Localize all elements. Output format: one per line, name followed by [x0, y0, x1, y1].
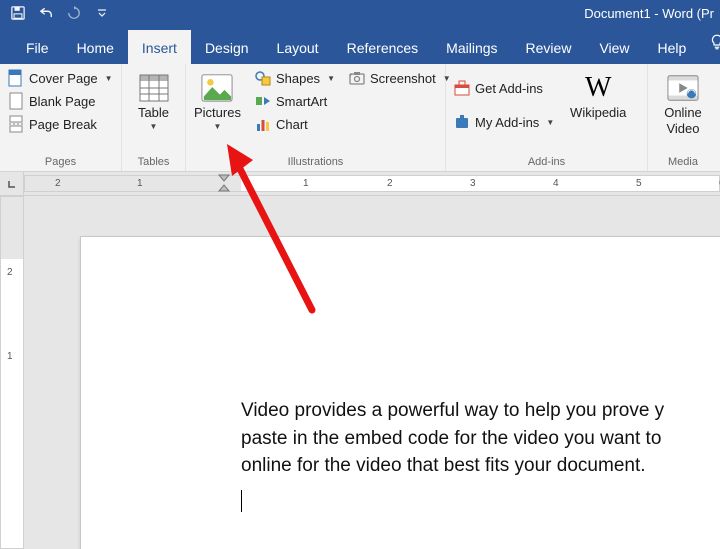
text-line: online for the video that best fits your… [241, 452, 720, 480]
text-cursor [241, 490, 242, 512]
shapes-icon [255, 70, 271, 86]
group-pages: Cover Page ▼ Blank Page Page Break Pages [0, 64, 122, 171]
document-page[interactable]: Video provides a powerful way to help yo… [80, 236, 720, 549]
title-bar: Document1 - Word (Pr [0, 0, 720, 26]
tab-design[interactable]: Design [191, 30, 263, 64]
shapes-button[interactable]: Shapes ▼ [253, 68, 337, 88]
table-label: Table [138, 106, 169, 120]
page-break-label: Page Break [29, 117, 97, 132]
chart-label: Chart [276, 117, 308, 132]
tab-home[interactable]: Home [63, 30, 128, 64]
pictures-icon [201, 72, 233, 104]
text-line: Video provides a powerful way to help yo… [241, 397, 720, 425]
redo-button[interactable] [66, 5, 82, 21]
get-addins-label: Get Add-ins [475, 81, 543, 96]
tab-layout[interactable]: Layout [263, 30, 333, 64]
blank-page-button[interactable]: Blank Page [6, 91, 115, 111]
document-scroll-area[interactable]: Video provides a powerful way to help yo… [24, 196, 720, 549]
online-video-label-1: Online [664, 106, 702, 120]
tab-mailings[interactable]: Mailings [432, 30, 511, 64]
group-illustrations-label: Illustrations [186, 154, 445, 171]
lightbulb-icon [708, 33, 720, 51]
cover-page-label: Cover Page [29, 71, 98, 86]
ribbon: Cover Page ▼ Blank Page Page Break Pages [0, 64, 720, 172]
smartart-label: SmartArt [276, 94, 327, 109]
chart-button[interactable]: Chart [253, 114, 337, 134]
page-break-button[interactable]: Page Break [6, 114, 115, 134]
window-title: Document1 - Word (Pr [584, 6, 720, 21]
cover-page-button[interactable]: Cover Page ▼ [6, 68, 115, 88]
tab-selector-icon[interactable] [6, 178, 18, 190]
smartart-icon [255, 93, 271, 109]
group-addins-label: Add-ins [446, 154, 647, 171]
table-icon [138, 72, 170, 104]
undo-icon [38, 6, 54, 20]
shapes-label: Shapes [276, 71, 320, 86]
group-tables-label: Tables [122, 154, 185, 171]
group-tables: Table ▼ Tables [122, 64, 186, 171]
group-addins: Get Add-ins My Add-ins ▼ W Wikipedia Add… [446, 64, 648, 171]
chevron-down-icon: ▼ [150, 122, 158, 131]
online-video-label-2: Video [666, 122, 699, 136]
tab-file[interactable]: File [12, 30, 63, 64]
group-media: Online Video Media [648, 64, 718, 171]
online-video-button[interactable]: Online Video [654, 68, 712, 137]
tab-insert[interactable]: Insert [128, 30, 191, 64]
store-icon [454, 80, 470, 96]
horizontal-ruler-wrap: 2 1 1 2 3 4 5 6 [0, 172, 720, 196]
screenshot-label: Screenshot [370, 71, 436, 86]
wikipedia-button[interactable]: W Wikipedia [562, 68, 634, 120]
blank-page-icon [8, 93, 24, 109]
pictures-button[interactable]: Pictures ▼ [192, 68, 243, 131]
chevron-down-icon: ▼ [327, 74, 335, 83]
my-addins-button[interactable]: My Add-ins ▼ [452, 112, 556, 132]
vertical-ruler[interactable]: 2 1 [0, 196, 24, 549]
tell-me-button[interactable] [700, 25, 720, 64]
save-button[interactable] [10, 5, 26, 21]
chart-icon [255, 116, 271, 132]
my-addins-label: My Add-ins [475, 115, 539, 130]
group-pages-label: Pages [0, 154, 121, 171]
blank-page-label: Blank Page [29, 94, 96, 109]
addins-icon [454, 114, 470, 130]
screenshot-button[interactable]: + Screenshot ▼ [347, 68, 453, 88]
chevron-down-icon: ▼ [214, 122, 222, 131]
online-video-icon [667, 72, 699, 104]
table-button[interactable]: Table ▼ [128, 68, 179, 131]
wikipedia-icon: W [582, 72, 614, 104]
tab-view[interactable]: View [585, 30, 643, 64]
smartart-button[interactable]: SmartArt [253, 91, 337, 111]
workspace: 2 1 Video provides a powerful way to hel… [0, 196, 720, 549]
tab-help[interactable]: Help [644, 30, 701, 64]
group-illustrations: Pictures ▼ Shapes ▼ SmartArt Chart [186, 64, 446, 171]
horizontal-ruler[interactable]: 2 1 1 2 3 4 5 6 [24, 175, 720, 192]
chevron-down-icon [97, 8, 107, 18]
page-break-icon [8, 116, 24, 132]
text-line: paste in the embed code for the video yo… [241, 425, 720, 453]
svg-text:+: + [349, 73, 353, 79]
pictures-label: Pictures [194, 106, 241, 120]
ribbon-tab-strip: File Home Insert Design Layout Reference… [0, 26, 720, 64]
quick-access-toolbar [0, 5, 110, 21]
tab-review[interactable]: Review [512, 30, 586, 64]
group-media-label: Media [648, 154, 718, 171]
chevron-down-icon: ▼ [105, 74, 113, 83]
redo-icon [67, 6, 81, 20]
document-body-text[interactable]: Video provides a powerful way to help yo… [241, 397, 720, 515]
get-addins-button[interactable]: Get Add-ins [452, 78, 556, 98]
screenshot-icon: + [349, 70, 365, 86]
tab-references[interactable]: References [333, 30, 433, 64]
ruler-corner [0, 172, 24, 195]
wikipedia-label: Wikipedia [570, 106, 626, 120]
undo-button[interactable] [38, 5, 54, 21]
save-icon [11, 6, 25, 20]
cover-page-icon [8, 70, 24, 86]
indent-marker-icon[interactable] [218, 174, 230, 197]
chevron-down-icon: ▼ [546, 118, 554, 127]
qat-customize-button[interactable] [94, 5, 110, 21]
